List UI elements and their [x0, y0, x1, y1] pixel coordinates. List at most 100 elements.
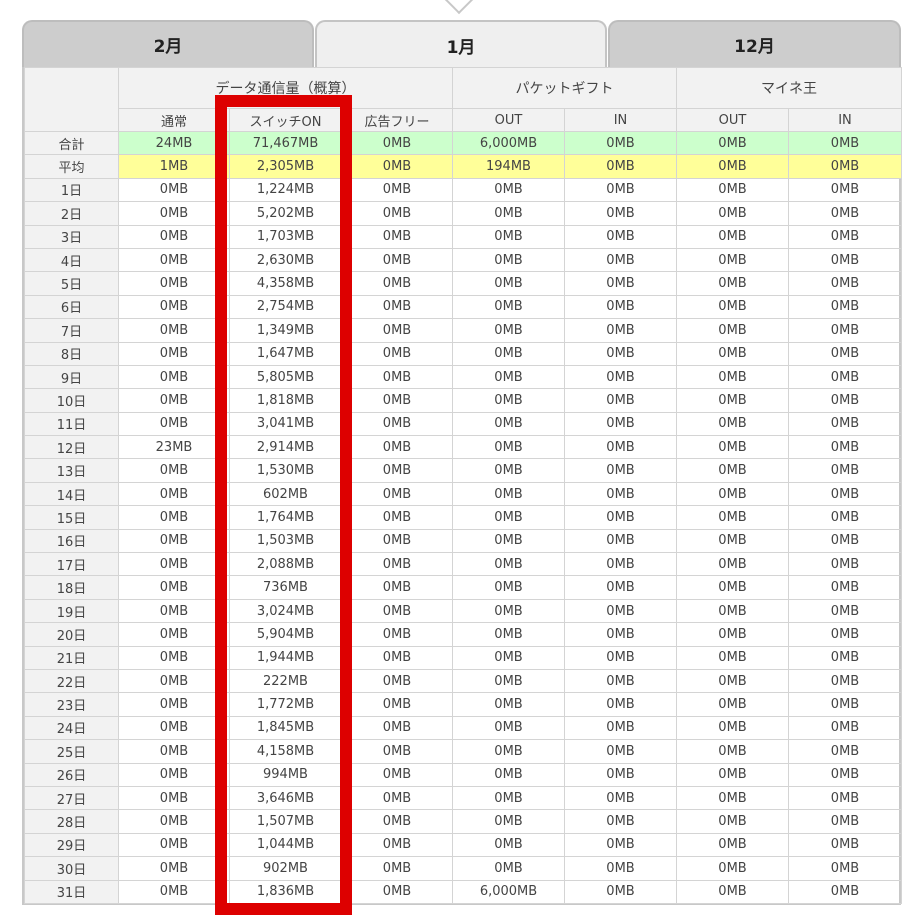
table-cell: 0MB	[676, 552, 789, 577]
table-cell: 0MB	[341, 481, 453, 507]
table-cell: 3,646MB	[229, 785, 342, 811]
table-row: 25日 0MB 4,158MB 0MB 0MB 0MB 0MB 0MB	[24, 739, 902, 764]
table-cell: 0MB	[118, 411, 230, 437]
table-cell: 0MB	[788, 435, 902, 460]
table-row: 19日 0MB 3,024MB 0MB 0MB 0MB 0MB 0MB	[24, 598, 902, 624]
table-cell: 0MB	[118, 552, 230, 577]
row-label: 18日	[24, 575, 119, 600]
row-label: 1日	[24, 177, 119, 203]
table-cell: 0MB	[564, 458, 677, 483]
table-cell: 0MB	[676, 247, 789, 273]
table-cell: 0MB	[341, 809, 453, 834]
table-row: 7日 0MB 1,349MB 0MB 0MB 0MB 0MB 0MB	[24, 318, 902, 343]
table-cell: 0MB	[341, 692, 453, 717]
table-cell: 0MB	[118, 481, 230, 507]
table-cell: 0MB	[676, 224, 789, 249]
table-cell: 222MB	[229, 668, 342, 694]
table-cell: 1,845MB	[229, 715, 342, 741]
table-cell: 5,904MB	[229, 622, 342, 647]
table-cell: 0MB	[452, 481, 565, 507]
table-row: 8日 0MB 1,647MB 0MB 0MB 0MB 0MB 0MB	[24, 341, 902, 366]
table-cell: 0MB	[676, 481, 789, 507]
table-cell: 0MB	[788, 598, 902, 624]
table-row: 6日 0MB 2,754MB 0MB 0MB 0MB 0MB 0MB	[24, 294, 902, 320]
table-cell: 0MB	[118, 715, 230, 741]
row-label: 24日	[24, 715, 119, 741]
table-cell: 0MB	[452, 505, 565, 530]
usage-table: データ通信量（概算） パケットギフト マイネ王 通常 スイッチON 広告フリー …	[24, 67, 902, 904]
table-cell: 0MB	[564, 645, 677, 670]
table-row: 10日 0MB 1,818MB 0MB 0MB 0MB 0MB 0MB	[24, 388, 902, 413]
table-cell: 0MB	[452, 247, 565, 273]
row-label: 31日	[24, 879, 119, 904]
row-label: 22日	[24, 668, 119, 694]
table-cell: 0MB	[341, 388, 453, 413]
table-cell: 902MB	[229, 856, 342, 881]
table-cell: 0MB	[118, 528, 230, 554]
table-cell: 0MB	[452, 832, 565, 858]
table-cell: 0MB	[676, 575, 789, 600]
col-header-switch-on: スイッチON	[229, 108, 342, 132]
table-cell: 0MB	[118, 458, 230, 483]
table-row: 9日 0MB 5,805MB 0MB 0MB 0MB 0MB 0MB	[24, 364, 902, 390]
table-cell: 0MB	[341, 224, 453, 249]
tab-january[interactable]: 1月	[315, 20, 607, 69]
row-label: 26日	[24, 762, 119, 787]
table-cell: 994MB	[229, 762, 342, 787]
table-cell: 0MB	[341, 762, 453, 787]
table-cell: 0MB	[341, 130, 453, 156]
table-cell: 0MB	[452, 201, 565, 226]
table-cell: 0MB	[452, 294, 565, 320]
table-cell: 0MB	[788, 762, 902, 787]
table-cell: 0MB	[452, 411, 565, 437]
table-cell: 0MB	[676, 622, 789, 647]
table-cell: 0MB	[341, 294, 453, 320]
table-cell: 0MB	[341, 318, 453, 343]
table-cell: 0MB	[788, 318, 902, 343]
table-cell: 0MB	[341, 154, 453, 179]
table-cell: 736MB	[229, 575, 342, 600]
table-row: 28日 0MB 1,507MB 0MB 0MB 0MB 0MB 0MB	[24, 809, 902, 834]
table-cell: 0MB	[788, 505, 902, 530]
table-cell: 6,000MB	[452, 879, 565, 904]
table-cell: 0MB	[564, 692, 677, 717]
table-cell: 0MB	[341, 364, 453, 390]
table-cell: 0MB	[676, 668, 789, 694]
row-label: 20日	[24, 622, 119, 647]
table-cell: 0MB	[788, 856, 902, 881]
group-header-mineo: マイネ王	[676, 67, 902, 109]
table-cell: 0MB	[118, 809, 230, 834]
table-cell: 0MB	[341, 458, 453, 483]
table-cell: 0MB	[452, 809, 565, 834]
table-cell: 0MB	[452, 435, 565, 460]
tab-february[interactable]: 2月	[22, 20, 314, 67]
row-label: 23日	[24, 692, 119, 717]
row-label: 30日	[24, 856, 119, 881]
table-cell: 0MB	[118, 692, 230, 717]
table-cell: 0MB	[788, 201, 902, 226]
group-header-packet-gift: パケットギフト	[452, 67, 677, 109]
selected-tab-pointer	[444, 0, 474, 15]
row-label: 2日	[24, 201, 119, 226]
table-row: 24日 0MB 1,845MB 0MB 0MB 0MB 0MB 0MB	[24, 715, 902, 741]
table-cell: 1,507MB	[229, 809, 342, 834]
table-row: 17日 0MB 2,088MB 0MB 0MB 0MB 0MB 0MB	[24, 552, 902, 577]
table-cell: 0MB	[564, 715, 677, 741]
table-cell: 0MB	[118, 856, 230, 881]
table-cell: 4,158MB	[229, 739, 342, 764]
table-row: 2日 0MB 5,202MB 0MB 0MB 0MB 0MB 0MB	[24, 201, 902, 226]
tab-december[interactable]: 12月	[608, 20, 901, 67]
table-cell: 0MB	[341, 645, 453, 670]
table-cell: 0MB	[564, 411, 677, 437]
table-cell: 0MB	[341, 435, 453, 460]
table-cell: 0MB	[118, 388, 230, 413]
table-cell: 2,754MB	[229, 294, 342, 320]
row-label: 25日	[24, 739, 119, 764]
table-cell: 0MB	[788, 364, 902, 390]
table-cell: 0MB	[118, 247, 230, 273]
table-row: 18日 0MB 736MB 0MB 0MB 0MB 0MB 0MB	[24, 575, 902, 600]
table-cell: 0MB	[788, 247, 902, 273]
table-cell: 0MB	[564, 762, 677, 787]
table-cell: 0MB	[452, 856, 565, 881]
table-cell: 0MB	[341, 715, 453, 741]
